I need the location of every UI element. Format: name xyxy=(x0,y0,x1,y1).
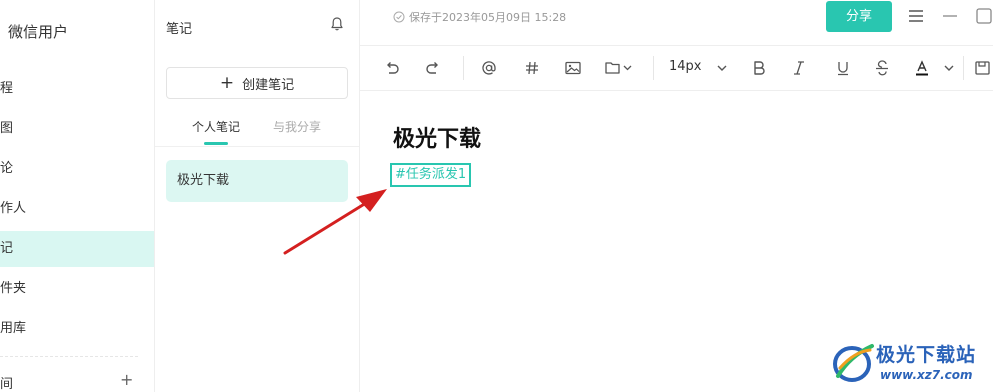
save-icon[interactable] xyxy=(973,58,993,78)
image-icon[interactable] xyxy=(563,58,583,78)
bell-icon[interactable] xyxy=(329,16,345,32)
maximize-icon[interactable] xyxy=(975,7,993,25)
watermark-url: www.xz7.com xyxy=(880,368,973,382)
save-status-text: 保存于2023年05月09日 15:28 xyxy=(409,11,567,24)
underline-icon[interactable] xyxy=(833,58,853,78)
nav-item-7[interactable]: 用库 xyxy=(0,311,154,347)
create-note-label: 创建笔记 xyxy=(242,77,295,93)
toolbar-divider xyxy=(463,56,464,80)
tag-chip[interactable]: #任务派发1 xyxy=(390,163,472,187)
nav-item-label: 件夹 xyxy=(0,281,27,296)
font-color-icon[interactable] xyxy=(912,58,932,78)
nav-bottom-label[interactable]: 间 xyxy=(0,373,13,392)
editor-panel: 保存于2023年05月09日 15:28 分享 14px 极光下载 #任务派发1 xyxy=(360,0,993,392)
tab-shared-with-me[interactable]: 与我分享 xyxy=(273,118,321,135)
document-title[interactable]: 极光下载 xyxy=(393,121,481,153)
chevron-down-icon[interactable] xyxy=(712,58,732,78)
editor-toolbar: 14px xyxy=(360,45,993,91)
watermark-name: 极光下载站 xyxy=(876,344,977,366)
menu-icon[interactable] xyxy=(907,7,925,25)
redo-icon[interactable] xyxy=(423,58,443,78)
strikethrough-icon[interactable] xyxy=(872,58,892,78)
toolbar-divider xyxy=(963,56,964,80)
nav-item-4[interactable]: 作人 xyxy=(0,191,154,227)
hashtag-icon[interactable] xyxy=(522,58,542,78)
tab-active-indicator xyxy=(204,142,228,145)
nav-item-3[interactable]: 论 xyxy=(0,151,154,187)
nav-item-label: 用库 xyxy=(0,321,27,336)
font-size-select[interactable]: 14px xyxy=(669,59,702,74)
watermark: 极光下载站 www.xz7.com xyxy=(830,338,990,388)
user-name[interactable]: 微信用户 xyxy=(8,21,68,42)
nav-item-label: 程 xyxy=(0,81,14,96)
minimize-icon[interactable] xyxy=(941,7,959,25)
mention-icon[interactable] xyxy=(479,58,499,78)
tab-personal-notes[interactable]: 个人笔记 xyxy=(192,118,240,135)
share-button[interactable]: 分享 xyxy=(826,1,892,32)
main-nav: 微信用户 程 图 论 作人 记 件夹 用库 间 + xyxy=(0,0,155,392)
note-list-item[interactable]: 极光下载 xyxy=(166,160,348,202)
panel-title: 笔记 xyxy=(166,22,193,37)
folder-icon[interactable] xyxy=(604,58,634,78)
list-divider xyxy=(155,146,359,147)
note-item-title: 极光下载 xyxy=(177,173,230,188)
nav-item-label: 作人 xyxy=(0,201,27,216)
plus-icon: + xyxy=(219,72,235,93)
save-status: 保存于2023年05月09日 15:28 xyxy=(393,9,566,25)
nav-item-6[interactable]: 件夹 xyxy=(0,271,154,307)
nav-item-notes[interactable]: 记 xyxy=(0,231,154,267)
chevron-down-icon[interactable] xyxy=(939,58,959,78)
check-circle-icon xyxy=(393,11,405,23)
italic-icon[interactable] xyxy=(789,58,809,78)
add-icon[interactable]: + xyxy=(120,370,133,390)
nav-item-2[interactable]: 图 xyxy=(0,111,154,147)
undo-icon[interactable] xyxy=(382,58,402,78)
toolbar-divider xyxy=(653,56,654,80)
nav-item-label: 图 xyxy=(0,121,14,136)
note-list-panel: 笔记 + 创建笔记 个人笔记 与我分享 极光下载 xyxy=(155,0,360,392)
create-note-button[interactable]: + 创建笔记 xyxy=(166,67,348,99)
nav-item-label: 论 xyxy=(0,161,14,176)
nav-divider xyxy=(0,356,138,357)
nav-item-label: 记 xyxy=(0,241,14,256)
nav-item-1[interactable]: 程 xyxy=(0,71,154,107)
bold-icon[interactable] xyxy=(749,58,769,78)
watermark-logo-icon xyxy=(833,344,874,382)
